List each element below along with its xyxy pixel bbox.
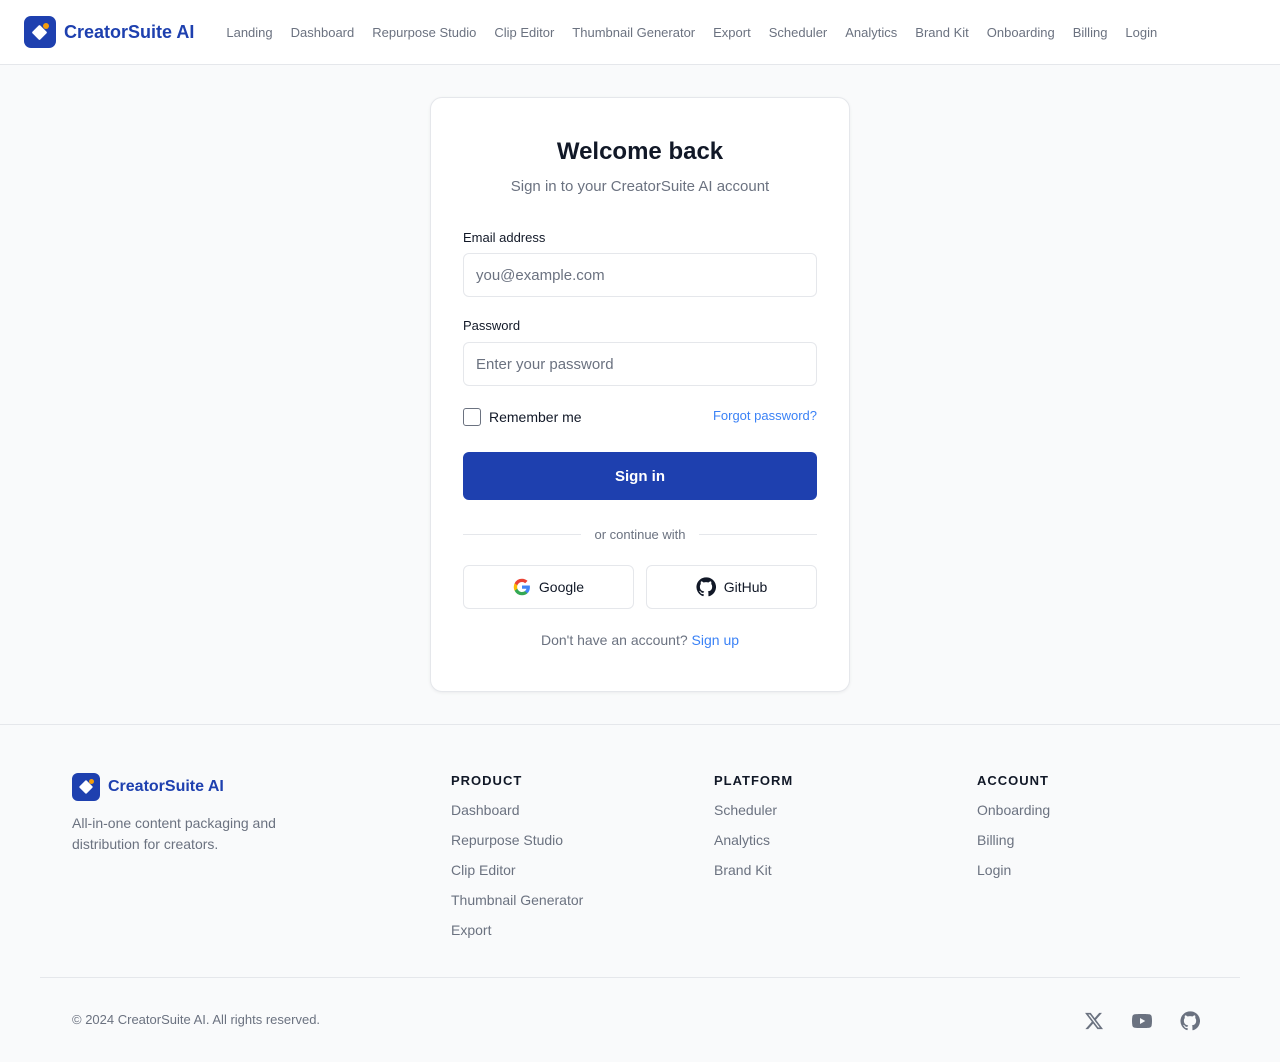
main-nav: Landing Dashboard Repurpose Studio Clip … <box>226 25 1175 40</box>
site-footer: CreatorSuite AI All-in-one content packa… <box>0 724 1280 1062</box>
nav-repurpose-studio[interactable]: Repurpose Studio <box>372 25 476 40</box>
forgot-password-link[interactable]: Forgot password? <box>713 408 817 423</box>
footer-link-repurpose-studio[interactable]: Repurpose Studio <box>451 832 583 862</box>
brand-logo-icon[interactable] <box>24 16 56 48</box>
social-divider: or continue with <box>463 526 817 542</box>
footer-link-analytics[interactable]: Analytics <box>714 832 793 862</box>
email-label: Email address <box>463 230 546 245</box>
password-label: Password <box>463 318 521 333</box>
login-card: Welcome back Sign in to your CreatorSuit… <box>430 97 850 692</box>
footer-column-product: PRODUCT Dashboard Repurpose Studio Clip … <box>451 773 583 952</box>
remember-me-control[interactable]: Remember me <box>463 408 582 426</box>
signup-prompt-row: Don't have an account? Sign up <box>431 632 849 648</box>
page-subtitle: Sign in to your CreatorSuite AI account <box>510 178 770 195</box>
footer-heading-platform: PLATFORM <box>714 773 794 788</box>
brand-name[interactable]: CreatorSuite AI <box>64 22 194 43</box>
footer-tagline: All-in-one content packaging and distrib… <box>72 815 276 852</box>
footer-link-billing[interactable]: Billing <box>977 832 1050 862</box>
footer-link-clip-editor[interactable]: Clip Editor <box>451 862 583 892</box>
nav-dashboard[interactable]: Dashboard <box>291 25 355 40</box>
email-field[interactable] <box>463 253 817 297</box>
footer-brand-name: CreatorSuite AI <box>108 778 224 795</box>
footer-brand[interactable]: CreatorSuite AI <box>72 773 224 801</box>
footer-heading-account: ACCOUNT <box>977 773 1049 788</box>
nav-billing[interactable]: Billing <box>1073 25 1108 40</box>
x-icon[interactable] <box>1084 1011 1104 1031</box>
footer-link-brand-kit[interactable]: Brand Kit <box>714 862 793 892</box>
nav-login[interactable]: Login <box>1125 25 1157 40</box>
divider-line-left <box>463 533 582 535</box>
signup-prompt: Don't have an account? <box>540 632 688 648</box>
google-label: Google <box>538 579 585 595</box>
nav-landing[interactable]: Landing <box>226 25 272 40</box>
remember-me-label: Remember me <box>489 409 582 425</box>
footer-link-export[interactable]: Export <box>451 922 583 952</box>
copyright-text: © 2024 CreatorSuite AI. All rights reser… <box>72 1012 321 1027</box>
youtube-icon[interactable] <box>1131 1011 1153 1031</box>
top-navbar: CreatorSuite AI Landing Dashboard Repurp… <box>0 0 1280 65</box>
footer-logo-icon <box>72 773 100 801</box>
nav-onboarding[interactable]: Onboarding <box>987 25 1055 40</box>
footer-link-scheduler[interactable]: Scheduler <box>714 802 793 832</box>
github-label: GitHub <box>723 579 768 595</box>
footer-link-login[interactable]: Login <box>977 862 1050 892</box>
nav-scheduler[interactable]: Scheduler <box>769 25 828 40</box>
footer-column-account: ACCOUNT Onboarding Billing Login <box>977 773 1050 892</box>
footer-heading-product: PRODUCT <box>451 773 523 788</box>
nav-thumbnail-generator[interactable]: Thumbnail Generator <box>572 25 695 40</box>
divider-text: or continue with <box>594 526 686 542</box>
github-icon <box>696 577 716 597</box>
divider-line-right <box>698 533 817 535</box>
footer-link-dashboard[interactable]: Dashboard <box>451 802 583 832</box>
footer-divider <box>40 977 1240 978</box>
google-sign-in-button[interactable]: Google <box>463 565 634 609</box>
remember-me-checkbox[interactable] <box>463 408 481 426</box>
footer-column-platform: PLATFORM Scheduler Analytics Brand Kit <box>714 773 793 892</box>
sign-in-button[interactable]: Sign in <box>463 452 817 500</box>
password-field[interactable] <box>463 342 817 386</box>
social-links <box>1084 1011 1228 1031</box>
nav-clip-editor[interactable]: Clip Editor <box>494 25 554 40</box>
page-title: Welcome back <box>556 138 724 165</box>
github-sign-in-button[interactable]: GitHub <box>646 565 817 609</box>
nav-analytics[interactable]: Analytics <box>845 25 897 40</box>
nav-brand-kit[interactable]: Brand Kit <box>915 25 968 40</box>
nav-export[interactable]: Export <box>713 25 751 40</box>
github-icon[interactable] <box>1180 1011 1201 1031</box>
sign-up-link[interactable]: Sign up <box>692 632 739 648</box>
footer-link-onboarding[interactable]: Onboarding <box>977 802 1050 832</box>
footer-link-thumbnail-generator[interactable]: Thumbnail Generator <box>451 892 583 922</box>
google-icon <box>513 578 530 596</box>
